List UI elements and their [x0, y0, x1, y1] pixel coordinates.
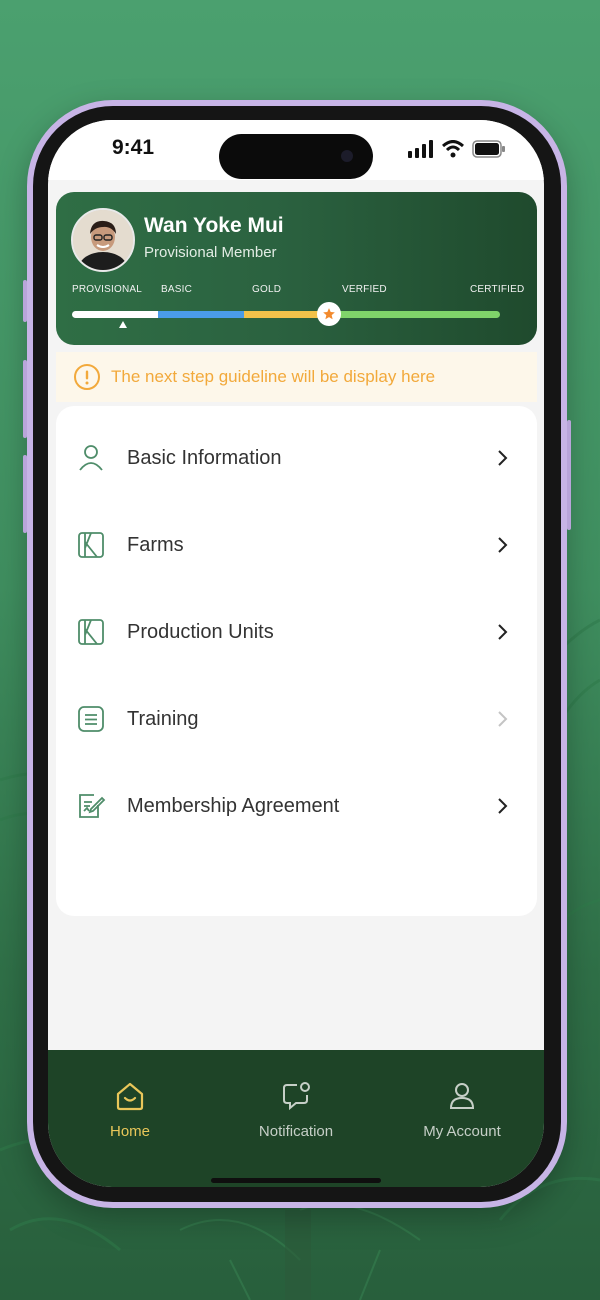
home-indicator[interactable] — [211, 1178, 381, 1183]
map-icon — [76, 530, 106, 560]
tier-label-verified: VERFIED — [342, 284, 387, 295]
agreement-edit-icon — [76, 791, 106, 821]
guideline-text: The next step guideline will be display … — [111, 367, 436, 386]
menu-item-label: Basic Information — [127, 446, 282, 469]
progress-segment-basic — [158, 311, 244, 318]
chevron-right-icon — [495, 796, 511, 816]
profile-card[interactable]: Wan Yoke Mui Provisional Member PROVISIO… — [56, 192, 537, 345]
menu-item-label: Training — [127, 707, 199, 730]
nav-notification[interactable]: Notification — [226, 1080, 366, 1140]
side-button-power — [567, 420, 571, 530]
content-bottom-edge — [48, 1010, 544, 1050]
profile-role: Provisional Member — [144, 244, 277, 261]
nav-notification-label: Notification — [258, 1123, 334, 1140]
status-icons — [408, 140, 506, 158]
nav-home[interactable]: Home — [60, 1080, 200, 1140]
tier-label-basic: BASIC — [161, 284, 193, 295]
star-icon — [323, 308, 335, 320]
member-menu: Basic Information Farms Production Units… — [56, 406, 537, 916]
avatar[interactable] — [71, 208, 135, 272]
progress-star-knob — [317, 302, 341, 326]
info-icon — [74, 364, 100, 390]
progress-segment-verified — [330, 311, 500, 318]
current-tier-marker — [119, 321, 127, 328]
app-screen: 9:41 Wan Yoke Mui Provisional Member PRO… — [48, 120, 544, 1187]
menu-item-membership-agreement[interactable]: Membership Agreement — [56, 776, 537, 836]
battery-icon — [472, 140, 505, 158]
tier-label-provisional: PROVISIONAL — [72, 284, 142, 295]
menu-item-label: Farms — [127, 533, 184, 556]
profile-name: Wan Yoke Mui — [144, 214, 284, 237]
chevron-right-icon — [495, 448, 511, 468]
avatar-portrait — [73, 210, 133, 270]
chevron-right-icon — [495, 709, 511, 729]
menu-item-basic-information[interactable]: Basic Information — [56, 428, 537, 488]
side-button-volume-down — [23, 455, 27, 533]
menu-item-label: Production Units — [127, 620, 274, 643]
wifi-icon — [442, 140, 464, 158]
tier-label-certified: CERTIFIED — [470, 284, 525, 295]
list-icon — [76, 704, 106, 734]
status-bar: 9:41 — [48, 120, 544, 180]
side-button-mute — [23, 280, 27, 322]
side-button-volume-up — [23, 360, 27, 438]
user-icon — [76, 443, 106, 473]
nav-home-label: Home — [109, 1123, 150, 1140]
chevron-right-icon — [495, 622, 511, 642]
bottom-navigation: Home Notification My Account — [48, 1050, 544, 1187]
progress-segment-provisional — [72, 311, 158, 318]
menu-item-label: Membership Agreement — [127, 794, 340, 817]
camera-lens — [341, 150, 353, 162]
account-icon — [449, 1083, 475, 1109]
tier-label-gold: GOLD — [252, 284, 282, 295]
home-icon — [116, 1082, 144, 1111]
menu-item-production-units[interactable]: Production Units — [56, 602, 537, 662]
menu-item-farms[interactable]: Farms — [56, 515, 537, 575]
dynamic-island — [219, 134, 373, 179]
chevron-right-icon — [495, 535, 511, 555]
nav-my-account-label: My Account — [423, 1123, 501, 1140]
map-icon — [76, 617, 106, 647]
guideline-banner: The next step guideline will be display … — [56, 352, 537, 402]
status-time: 9:41 — [112, 136, 155, 159]
nav-my-account[interactable]: My Account — [392, 1080, 532, 1140]
signal-icon — [408, 140, 433, 158]
menu-item-training[interactable]: Training — [56, 689, 537, 749]
notification-icon — [283, 1082, 310, 1111]
